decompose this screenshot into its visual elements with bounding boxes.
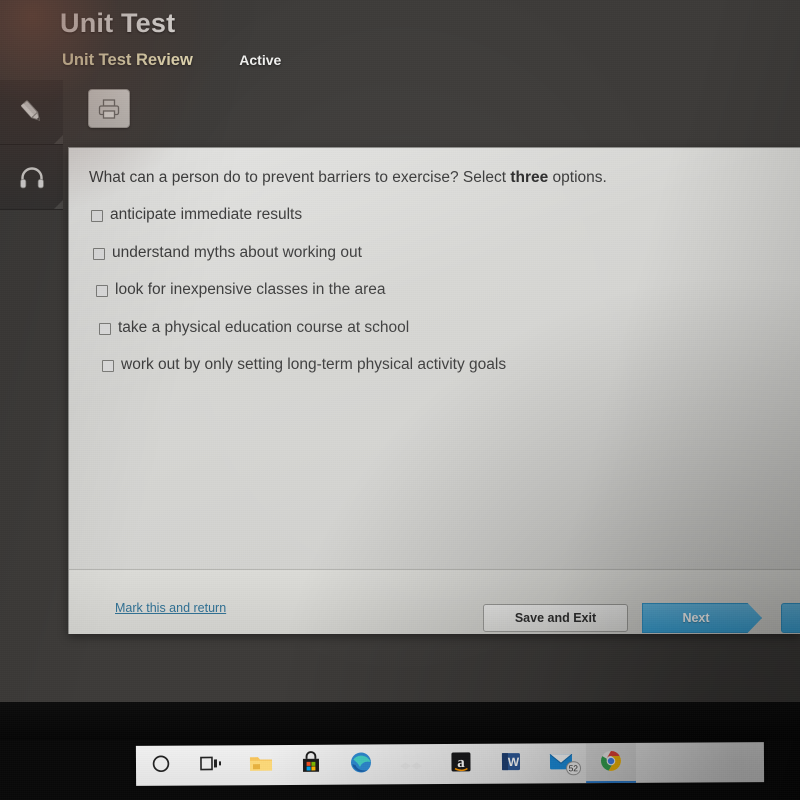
save-and-exit-button[interactable]: Save and Exit	[483, 604, 628, 632]
taskbar-edge[interactable]	[336, 744, 386, 784]
taskbar-store[interactable]	[286, 745, 336, 785]
file-explorer-icon	[248, 752, 274, 779]
taskbar-dropbox[interactable]	[386, 744, 436, 784]
answer-option-row[interactable]: anticipate immediate results	[91, 206, 784, 225]
taskbar-word[interactable]: W	[486, 743, 536, 783]
answer-option-checkbox[interactable]	[96, 285, 108, 298]
answer-option-row[interactable]: look for inexpensive classes in the area	[96, 281, 784, 300]
answer-option-label: take a physical education course at scho…	[118, 318, 410, 336]
question-prompt-part-1: What can a person do to prevent barriers…	[89, 169, 511, 186]
printer-icon	[98, 98, 120, 119]
question-prompt-emphasis: three	[510, 169, 549, 186]
status-badge: Active	[239, 52, 282, 68]
question-toolbar: 34567	[0, 82, 800, 211]
answer-option-label: work out by only setting long-term physi…	[121, 356, 507, 374]
task-view-icon	[199, 753, 223, 778]
answer-option-checkbox[interactable]	[102, 360, 114, 373]
answer-option-checkbox[interactable]	[93, 247, 105, 260]
lms-page: Unit Test Unit Test Review Active What c…	[0, 0, 800, 702]
amazon-icon: a	[449, 749, 473, 778]
answer-options-list: anticipate immediate results understand m…	[91, 206, 784, 393]
print-button[interactable]	[88, 89, 130, 128]
rail-item-audio[interactable]	[0, 145, 63, 210]
page-header: Unit Test Unit Test Review Active	[0, 0, 800, 80]
windows-taskbar: a W 52	[135, 742, 765, 786]
taskbar-chrome[interactable]	[585, 742, 637, 784]
taskbar-amazon[interactable]: a	[436, 744, 486, 784]
question-prompt-part-2: options.	[548, 169, 607, 186]
panel-footer: Mark this and return Save and Exit Next	[69, 569, 800, 634]
taskbar-task-view[interactable]	[186, 745, 236, 785]
mark-this-and-return-link[interactable]: Mark this and return	[115, 601, 226, 615]
svg-text:W: W	[508, 754, 520, 768]
svg-text:a: a	[457, 754, 465, 770]
mail-unread-badge: 52	[565, 761, 582, 776]
page-title: Unit Test	[60, 8, 176, 38]
next-button[interactable]: Next	[642, 603, 762, 633]
word-icon: W	[499, 749, 523, 778]
chrome-icon	[599, 748, 623, 777]
cortana-circle-icon	[150, 752, 172, 779]
answer-option-label: look for inexpensive classes in the area	[115, 281, 386, 299]
assignment-name: Unit Test Review	[62, 51, 193, 69]
dropbox-icon	[399, 751, 423, 778]
taskbar-cortana[interactable]	[136, 746, 186, 786]
answer-option-label: anticipate immediate results	[110, 206, 303, 223]
question-content-panel: What can a person do to prevent barriers…	[68, 147, 800, 634]
taskbar-mail[interactable]: 52	[536, 743, 586, 783]
answer-option-row[interactable]: take a physical education course at scho…	[99, 319, 784, 338]
edge-browser-icon	[349, 750, 373, 779]
answer-option-checkbox[interactable]	[99, 322, 111, 335]
answer-option-row[interactable]: work out by only setting long-term physi…	[102, 356, 784, 375]
assignment-info-row: Unit Test Review Active	[62, 51, 281, 70]
question-prompt: What can a person do to prevent barriers…	[89, 168, 780, 188]
photographed-laptop-screen: Unit Test Unit Test Review Active What c…	[0, 0, 800, 800]
microsoft-store-icon	[299, 750, 323, 779]
answer-option-checkbox[interactable]	[91, 210, 103, 222]
answer-option-row[interactable]: understand myths about working out	[93, 244, 784, 263]
submit-button-partial[interactable]	[781, 603, 800, 633]
answer-option-label: understand myths about working out	[112, 243, 362, 261]
taskbar-file-explorer[interactable]	[236, 745, 286, 785]
headphones-icon	[19, 167, 44, 189]
